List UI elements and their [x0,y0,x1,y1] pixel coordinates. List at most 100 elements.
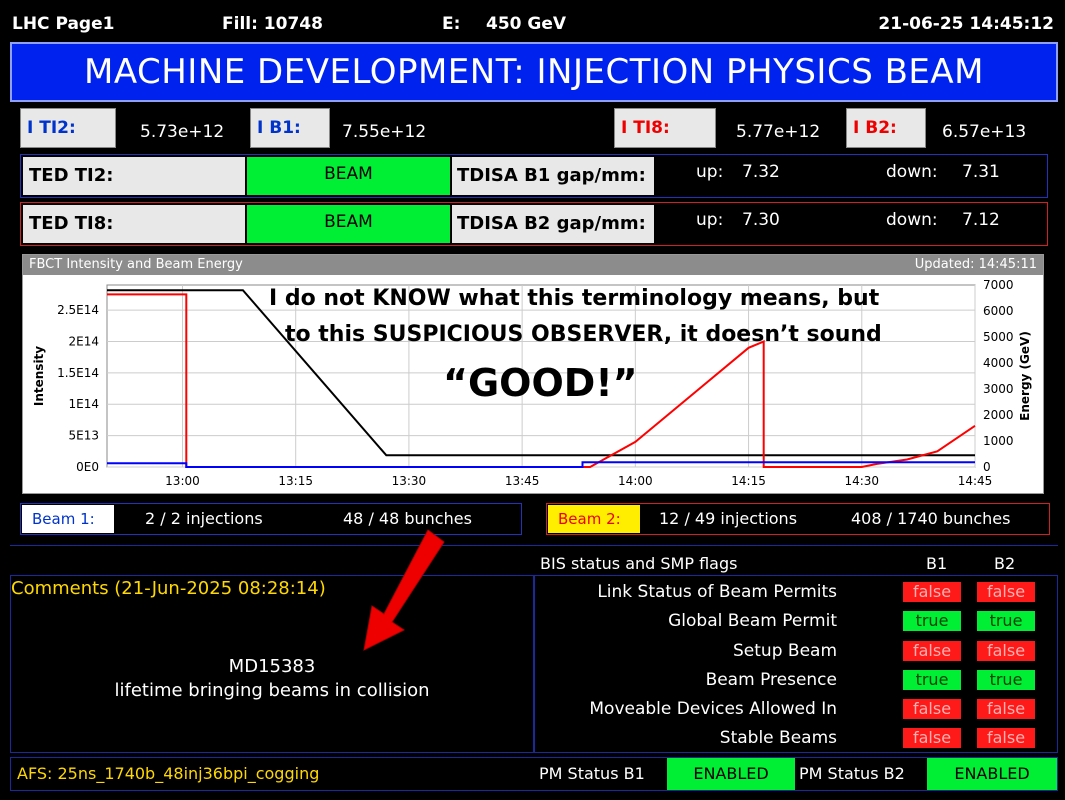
tdisa-b1-label: TDISA B1 gap/mm: [452,157,654,195]
y2-tick-label: 1000 [983,434,1014,448]
x-tick-label: 14:00 [618,474,653,488]
x-tick-label: 14:30 [844,474,879,488]
y-tick-label: 1.5E14 [57,366,99,380]
x-tick-label: 13:45 [505,474,540,488]
y2-tick-label: 5000 [983,330,1014,344]
bis-row-label: Setup Beam [733,641,837,661]
annotation-line-3: “GOOD!” [443,361,638,405]
y-tick-label: 1E14 [69,397,100,411]
bis-flag-b2: true [977,670,1035,690]
i-ti2-value: 5.73e+12 [140,122,225,142]
i-ti2-label: I TI2: [20,108,116,148]
energy-label: E: [442,14,461,34]
chart-title: FBCT Intensity and Beam Energy [29,257,243,272]
bis-title: BIS status and SMP flags [540,554,738,573]
beam1-label: Beam 1: [22,505,114,533]
annotation-line-2: to this SUSPICIOUS OBSERVER, it doesn’t … [285,322,882,347]
y2-tick-label: 0 [983,460,991,474]
i-b1-value: 7.55e+12 [342,122,427,142]
comments-header: Comments (21-Jun-2025 08:28:14) [11,578,326,599]
fill-number: Fill: 10748 [222,14,323,34]
y-tick-label: 2.5E14 [57,303,99,317]
pm-status-b1-label: PM Status B1 [539,764,645,783]
pm-status-b2-label: PM Status B2 [799,764,905,783]
bis-row-label: Beam Presence [705,670,837,690]
bis-flag-b1: false [903,728,961,748]
tdisa-b2-label: TDISA B2 gap/mm: [452,205,654,243]
tdisa-b1-up-label: up: [696,162,724,182]
pm-status-b2: ENABLED [927,758,1057,790]
bis-flag-b1: true [903,670,961,690]
ted-ti2-row: TED TI2: BEAM TDISA B1 gap/mm: up: 7.32 … [20,154,1048,198]
bis-row-label: Moveable Devices Allowed In [589,699,837,719]
bis-flag-b2: false [977,699,1035,719]
i-b2-value: 6.57e+13 [942,122,1027,142]
bis-flag-b2: false [977,728,1035,748]
footer-bar: AFS: 25ns_1740b_48inj36bpi_cogging PM St… [10,757,1058,791]
bis-flag-b1: false [903,641,961,661]
x-tick-label: 13:30 [392,474,427,488]
comment-line-2: lifetime bringing beams in collision [114,680,430,701]
bis-flag-b2: false [977,582,1035,602]
comment-line-1: MD15383 [228,656,316,677]
bis-row-label: Stable Beams [719,728,837,748]
beam2-label: Beam 2: [548,505,640,533]
y2-axis-label: Energy (GeV) [1018,331,1032,421]
beam2-bunches: 408 / 1740 bunches [851,509,1011,528]
ted-ti8-label: TED TI8: [23,205,245,243]
bis-flag-b2: true [977,611,1035,631]
bis-row: Setup Beam false false [535,637,1057,666]
comments-panel: Comments (21-Jun-2025 08:28:14) MD15383 … [10,575,534,753]
datetime: 21-06-25 14:45:12 [878,14,1054,34]
bis-row: Global Beam Permit true true [535,607,1057,636]
y2-tick-label: 3000 [983,382,1014,396]
bis-row-label: Link Status of Beam Permits [597,582,837,602]
bis-row: Stable Beams false false [535,724,1057,753]
x-tick-label: 14:15 [731,474,766,488]
i-ti8-label: I TI8: [614,108,716,148]
y-tick-label: 2E14 [69,334,100,348]
bis-col-b2: B2 [994,554,1016,573]
x-tick-label: 13:00 [165,474,200,488]
top-status-bar: LHC Page1 Fill: 10748 E: 450 GeV 21-06-2… [10,10,1058,38]
bis-row: Moveable Devices Allowed In false false [535,695,1057,724]
bis-panel: BIS status and SMP flags B1 B2 Link Stat… [534,548,1058,753]
tdisa-b1-down: 7.31 [962,162,1000,182]
beam2-injections: 12 / 49 injections [659,509,798,528]
bis-col-b1: B1 [926,554,948,573]
section-divider [10,545,1058,546]
i-ti8-value: 5.77e+12 [736,122,821,142]
bis-flag-b1: false [903,699,961,719]
ted-ti2-label: TED TI2: [23,157,245,195]
page-name: LHC Page1 [12,14,115,34]
bis-flag-b1: true [903,611,961,631]
y2-tick-label: 4000 [983,356,1014,370]
afs-config: AFS: 25ns_1740b_48inj36bpi_cogging [17,764,320,783]
beam1-injections: 2 / 2 injections [145,509,263,528]
tdisa-b1-down-label: down: [886,162,938,182]
bis-table: Link Status of Beam Permits false false … [534,575,1058,753]
x-tick-label: 14:45 [958,474,993,488]
tdisa-b2-up: 7.30 [742,210,780,230]
chart-updated: Updated: 14:45:11 [914,257,1037,272]
ted-ti8-row: TED TI8: BEAM TDISA B2 gap/mm: up: 7.30 … [20,202,1048,246]
machine-mode-banner: MACHINE DEVELOPMENT: INJECTION PHYSICS B… [10,42,1058,102]
energy-value: 450 GeV [486,14,567,34]
x-tick-label: 13:15 [278,474,313,488]
i-b2-label: I B2: [846,108,926,148]
ted-ti8-status: BEAM [247,205,450,243]
bis-flag-b1: false [903,582,961,602]
bis-row: Beam Presence true true [535,666,1057,695]
y2-tick-label: 2000 [983,408,1014,422]
y-tick-label: 0E0 [76,460,99,474]
bis-row-label: Global Beam Permit [668,611,837,631]
tdisa-b1-up: 7.32 [742,162,780,182]
tdisa-b2-down-label: down: [886,210,938,230]
red-arrow-annotation [363,529,445,651]
y2-tick-label: 6000 [983,304,1014,318]
tdisa-b2-up-label: up: [696,210,724,230]
chart-header: FBCT Intensity and Beam Energy Updated: … [23,255,1043,275]
y-axis-label: Intensity [32,346,46,406]
bis-row: Link Status of Beam Permits false false [535,578,1057,607]
ted-ti2-status: BEAM [247,157,450,195]
